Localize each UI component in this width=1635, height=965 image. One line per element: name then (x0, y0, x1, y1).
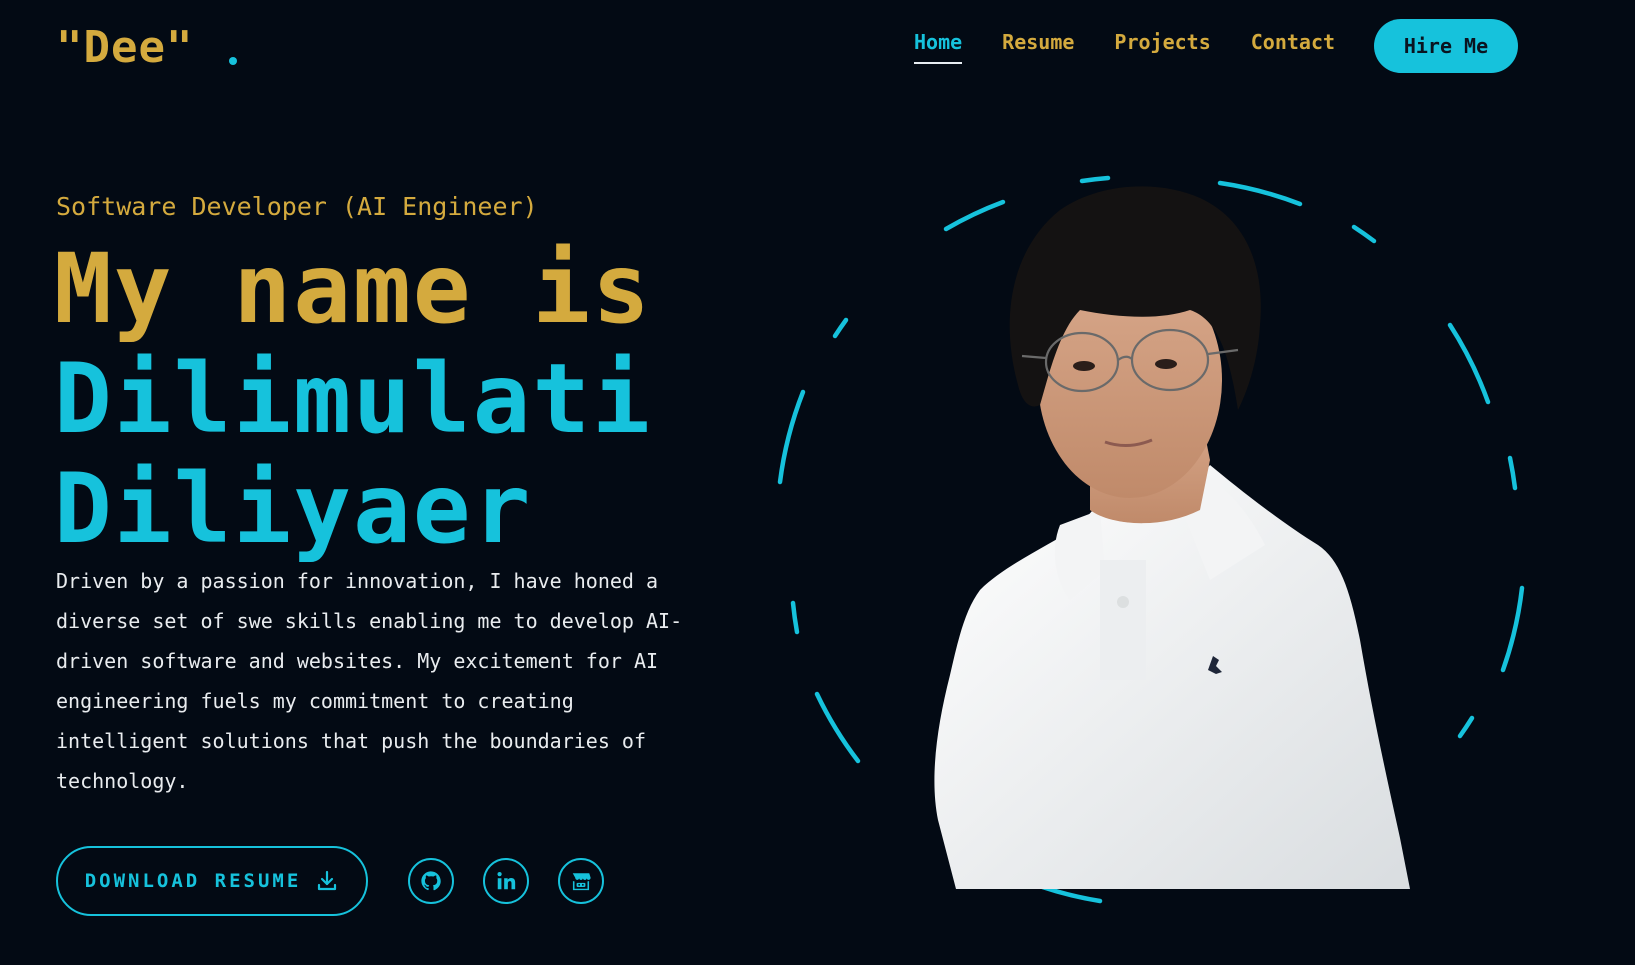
headline-intro: My name is (54, 233, 652, 345)
nav-contact[interactable]: Contact (1251, 30, 1335, 54)
nav-resume[interactable]: Resume (1002, 30, 1074, 54)
profile-photo (777, 175, 1525, 904)
github-link[interactable] (408, 858, 454, 904)
headline-first-name: Dilimulati (54, 343, 652, 455)
itch-icon (572, 873, 591, 891)
nav-projects[interactable]: Projects (1114, 30, 1210, 54)
github-icon (421, 871, 441, 891)
hero-headline: My name is Dilimulati Diliyaer (54, 234, 652, 564)
linkedin-icon (497, 872, 516, 890)
nav-home[interactable]: Home (914, 30, 963, 64)
hero-subtitle: Software Developer (AI Engineer) (56, 192, 538, 221)
main-nav: Home Resume Projects Contact (914, 30, 1375, 64)
download-resume-label: DOWNLOAD RESUME (84, 870, 302, 892)
hero-bio: Driven by a passion for innovation, I ha… (56, 569, 683, 793)
hire-me-button[interactable]: Hire Me (1374, 19, 1518, 73)
logo-text: "Dee" (56, 22, 194, 73)
itch-link[interactable] (558, 858, 604, 904)
download-icon (318, 870, 337, 891)
download-resume-button[interactable]: DOWNLOAD RESUME (56, 846, 368, 916)
headline-last-name: Diliyaer (54, 453, 533, 565)
linkedin-link[interactable] (483, 858, 529, 904)
site-logo[interactable]: "Dee" (56, 22, 238, 73)
profile-photo-frame (760, 170, 1540, 940)
logo-dot (229, 57, 238, 65)
